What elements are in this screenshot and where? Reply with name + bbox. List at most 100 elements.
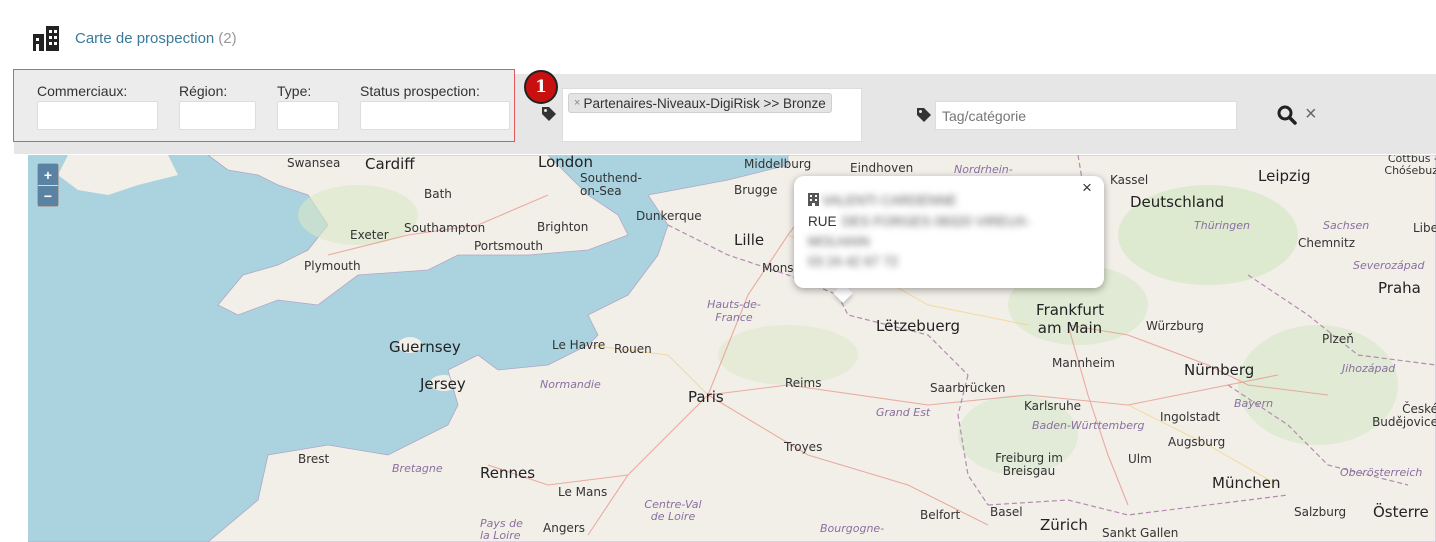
map-label: Libe bbox=[1413, 221, 1436, 235]
map-label: Cottbus - Chóśebuz bbox=[1384, 155, 1436, 177]
map-label: Plymouth bbox=[304, 259, 361, 273]
map-label: Brugge bbox=[734, 183, 778, 197]
map-label: Centre-Val de Loire bbox=[644, 498, 702, 523]
building-icon bbox=[808, 193, 819, 206]
map-label: Hauts-de-France bbox=[707, 298, 761, 324]
map-label: Thüringen bbox=[1194, 219, 1250, 232]
map-label: Kassel bbox=[1110, 173, 1149, 187]
region-select[interactable] bbox=[179, 101, 256, 130]
map-label: Zürich bbox=[1040, 516, 1088, 534]
map-label: Ingolstadt bbox=[1160, 410, 1221, 424]
clear-button[interactable]: × bbox=[1305, 103, 1317, 125]
map-label: Le Havre bbox=[552, 338, 606, 352]
commerciaux-select[interactable] bbox=[37, 101, 158, 130]
map-label: Guernsey bbox=[389, 338, 461, 356]
map-label: Rennes bbox=[480, 464, 536, 482]
map-label: České Budějovice bbox=[1372, 402, 1436, 429]
map-label: Jihozápad bbox=[1342, 362, 1396, 375]
map-label: Eindhoven bbox=[850, 161, 914, 175]
buildings-icon bbox=[33, 26, 59, 51]
map-label: Ulm bbox=[1128, 452, 1152, 466]
map-label: Dunkerque bbox=[636, 209, 702, 223]
map-label: Swansea bbox=[287, 156, 341, 170]
tag-chip-label: Partenaires-Niveaux-DigiRisk >> Bronze bbox=[583, 95, 826, 111]
tag-chip: × Partenaires-Niveaux-DigiRisk >> Bronze bbox=[568, 93, 832, 113]
map-label: Brest bbox=[298, 452, 330, 466]
category-input[interactable] bbox=[935, 101, 1237, 130]
map-label: Praha bbox=[1378, 279, 1421, 297]
map-label: Salzburg bbox=[1294, 505, 1347, 519]
popup-address: DES FORGES 08320 VIREUX- bbox=[842, 214, 1031, 229]
map-label: Rouen bbox=[614, 342, 652, 356]
selected-tags-field[interactable]: × Partenaires-Niveaux-DigiRisk >> Bronze bbox=[562, 88, 862, 142]
map-label: Leipzig bbox=[1258, 167, 1311, 185]
zoom-out-button[interactable]: − bbox=[38, 185, 58, 206]
map-label: Jersey bbox=[420, 375, 466, 393]
map-label: Pays de la Loire bbox=[480, 517, 523, 542]
map-label: Sachsen bbox=[1323, 219, 1370, 232]
map-label: Würzburg bbox=[1146, 319, 1204, 333]
popup-company-name: VALENTI CARDENNE bbox=[822, 193, 957, 208]
map-label: Severozápad bbox=[1353, 259, 1425, 272]
map-label: Bayern bbox=[1234, 397, 1274, 410]
map-view[interactable]: Swansea Cardiff London Southend-on-Sea B… bbox=[28, 155, 1436, 542]
tag-chip-remove[interactable]: × bbox=[574, 97, 580, 109]
page-title: Carte de prospection bbox=[75, 29, 215, 47]
map-label: Basel bbox=[990, 505, 1023, 519]
map-label: Lille bbox=[734, 231, 765, 249]
map-label: Sankt Gallen bbox=[1102, 526, 1179, 540]
map-label: Plzeň bbox=[1322, 332, 1354, 346]
status-label: Status prospection: bbox=[360, 83, 480, 99]
map-label: München bbox=[1212, 474, 1281, 492]
map-label: Southampton bbox=[404, 221, 486, 235]
map-label: Lëtzebuerg bbox=[876, 317, 960, 335]
status-select[interactable] bbox=[360, 101, 510, 130]
tag-icon bbox=[542, 107, 556, 121]
map-label: Middelburg bbox=[744, 157, 812, 171]
map-label: Deutschland bbox=[1130, 193, 1225, 211]
popup-address-cont: MOLHAIN bbox=[808, 234, 870, 249]
map-label: Reims bbox=[785, 376, 822, 390]
map-label: Chemnitz bbox=[1298, 236, 1355, 250]
result-count: (2) bbox=[218, 29, 237, 47]
map-label: Cardiff bbox=[365, 155, 415, 173]
map-label: Belfort bbox=[920, 508, 961, 522]
map-label: Freiburg im Breisgau bbox=[995, 451, 1063, 478]
annotation-badge: 1 bbox=[524, 70, 558, 104]
map-label: Österre bbox=[1373, 503, 1429, 521]
map-label: Baden-Württemberg bbox=[1032, 419, 1145, 432]
search-icon[interactable] bbox=[1276, 104, 1298, 126]
map-label: Troyes bbox=[784, 440, 823, 454]
map-label: Normandie bbox=[540, 378, 601, 391]
map-label: Nordrhein- bbox=[954, 163, 1013, 176]
map-label: Bourgogne- bbox=[820, 522, 885, 535]
tag-icon bbox=[917, 108, 931, 122]
map-label: Mannheim bbox=[1052, 356, 1115, 370]
popup-address-start: RUE bbox=[808, 214, 837, 229]
type-select[interactable] bbox=[277, 101, 339, 130]
map-label: Grand Est bbox=[876, 406, 931, 419]
commerciaux-label: Commerciaux: bbox=[37, 83, 128, 99]
map-label: London bbox=[538, 155, 593, 171]
type-label: Type: bbox=[277, 83, 312, 99]
zoom-control: + − bbox=[37, 163, 59, 207]
map-label: Karlsruhe bbox=[1024, 399, 1082, 413]
region-label: Région: bbox=[179, 83, 228, 99]
map-label: Brighton bbox=[537, 220, 589, 234]
map-label: Bretagne bbox=[392, 462, 443, 475]
filter-group-highlight: Commerciaux: Région: Type: Status prospe… bbox=[13, 69, 515, 142]
map-label: Le Mans bbox=[558, 485, 608, 499]
map-label: Oberösterreich bbox=[1340, 466, 1423, 479]
popup-phone: 03 24 42 67 72 bbox=[808, 254, 899, 269]
popup-close-button[interactable]: × bbox=[1082, 178, 1092, 198]
map-label: Saarbrücken bbox=[930, 381, 1006, 395]
map-label: Portsmouth bbox=[474, 239, 543, 253]
map-label: Frankfurt am Main bbox=[1036, 301, 1104, 337]
map-label: Nürnberg bbox=[1184, 361, 1255, 379]
map-label: Southend-on-Sea bbox=[580, 171, 642, 198]
map-label: Angers bbox=[543, 521, 585, 535]
map-label: Exeter bbox=[350, 228, 389, 242]
zoom-in-button[interactable]: + bbox=[38, 164, 58, 185]
map-label: Mons bbox=[762, 261, 794, 275]
map-label: Paris bbox=[688, 388, 724, 406]
